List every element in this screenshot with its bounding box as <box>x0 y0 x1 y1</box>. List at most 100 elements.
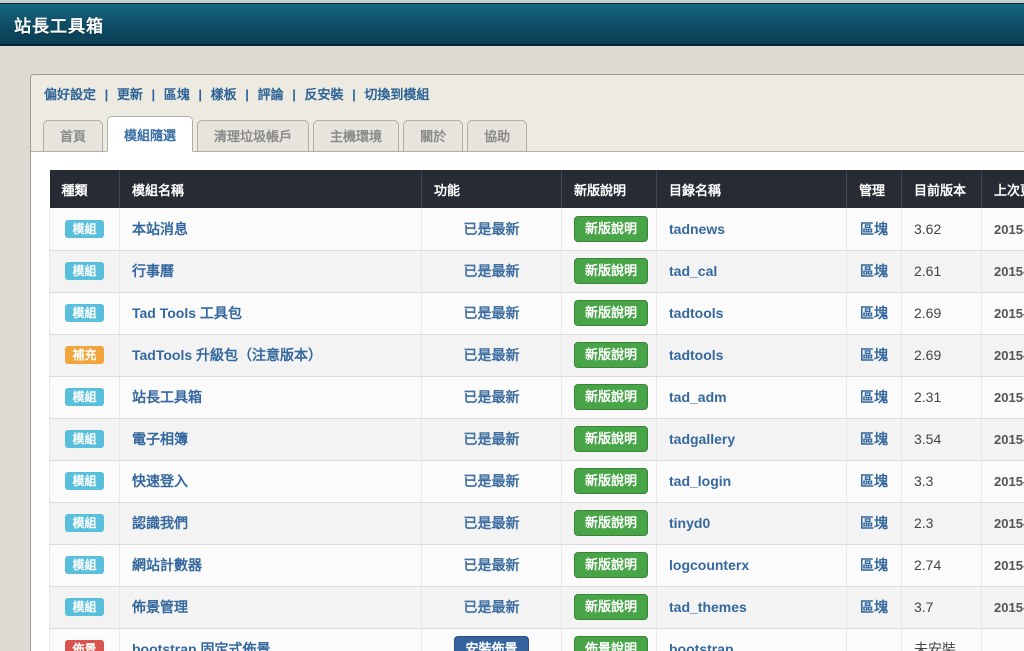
module-name-link[interactable]: 本站消息 <box>132 221 188 237</box>
updated-cell: 2015- <box>982 292 1024 334</box>
manage-blocks-link[interactable]: 區塊 <box>860 431 888 447</box>
panel-body: 種類模組名稱功能新版說明目錄名稱管理目前版本上次更新 模組本站消息已是最新新版說… <box>31 152 1024 651</box>
manage-blocks-link[interactable]: 區塊 <box>860 599 888 615</box>
manage-blocks-link[interactable]: 區塊 <box>860 347 888 363</box>
type-cell: 模組 <box>50 250 120 292</box>
release-notes-button[interactable]: 新版說明 <box>574 342 648 368</box>
release-notes-button[interactable]: 新版說明 <box>574 468 648 494</box>
module-name-link[interactable]: bootstrap 固定式佈景 <box>132 641 270 651</box>
updated-text: 2015- <box>994 348 1024 363</box>
status-text: 已是最新 <box>464 263 520 279</box>
type-cell: 模組 <box>50 208 120 250</box>
install-theme-button[interactable]: 安裝佈景 <box>454 636 528 651</box>
version-text: 3.7 <box>914 599 933 615</box>
version-cell: 3.3 <box>902 460 982 502</box>
nav-link-5[interactable]: 反安裝 <box>304 87 343 102</box>
nav-link-1[interactable]: 更新 <box>117 87 143 102</box>
type-cell: 模組 <box>50 544 120 586</box>
module-name-link[interactable]: 網站計數器 <box>132 557 202 573</box>
status-text: 已是最新 <box>464 431 520 447</box>
dir-name-link[interactable]: tadtools <box>669 347 723 363</box>
nav-link-3[interactable]: 樣板 <box>211 87 237 102</box>
table-row: 模組站長工具箱已是最新新版說明tad_adm區塊2.312015- <box>50 376 1024 418</box>
function-cell: 已是最新 <box>422 544 562 586</box>
module-name-link[interactable]: 快速登入 <box>132 473 188 489</box>
dirname-cell: tadnews <box>657 208 847 250</box>
nav-link-2[interactable]: 區塊 <box>164 87 190 102</box>
manage-blocks-link[interactable]: 區塊 <box>860 305 888 321</box>
nav-link-6[interactable]: 切換到模組 <box>364 87 429 102</box>
manage-cell: 區塊 <box>847 586 902 628</box>
tab-0[interactable]: 首頁 <box>43 120 103 152</box>
manage-cell: 區塊 <box>847 334 902 376</box>
module-type-badge: 模組 <box>65 304 103 322</box>
release-notes-button[interactable]: 新版說明 <box>574 510 648 536</box>
module-type-badge: 佈景 <box>65 640 103 651</box>
tab-2[interactable]: 清理垃圾帳戶 <box>197 120 309 152</box>
dir-name-link[interactable]: tinyd0 <box>669 515 710 531</box>
dir-name-link[interactable]: bootstrap <box>669 641 734 651</box>
release-notes-button[interactable]: 新版說明 <box>574 384 648 410</box>
manage-blocks-link[interactable]: 區塊 <box>860 515 888 531</box>
nav-link-0[interactable]: 偏好設定 <box>44 87 96 102</box>
dir-name-link[interactable]: tad_themes <box>669 599 747 615</box>
release-notes-button[interactable]: 新版說明 <box>574 258 648 284</box>
tab-3[interactable]: 主機環境 <box>313 120 399 152</box>
release-notes-button[interactable]: 佈景說明 <box>574 636 648 651</box>
version-cell: 2.3 <box>902 502 982 544</box>
status-text: 已是最新 <box>464 599 520 615</box>
release-notes-button[interactable]: 新版說明 <box>574 426 648 452</box>
manage-blocks-link[interactable]: 區塊 <box>860 473 888 489</box>
module-name-link[interactable]: TadTools 升級包（注意版本） <box>132 347 322 363</box>
name-cell: 電子相簿 <box>120 418 422 460</box>
release-notes-button[interactable]: 新版說明 <box>574 552 648 578</box>
release-notes-button[interactable]: 新版說明 <box>574 216 648 242</box>
dir-name-link[interactable]: tad_login <box>669 473 731 489</box>
page-title: 站長工具箱 <box>14 12 104 37</box>
column-header-7: 上次更新 <box>982 170 1024 208</box>
manage-blocks-link[interactable]: 區塊 <box>860 263 888 279</box>
function-cell: 已是最新 <box>422 376 562 418</box>
name-cell: TadTools 升級包（注意版本） <box>120 334 422 376</box>
manage-blocks-link[interactable]: 區塊 <box>860 221 888 237</box>
version-cell: 2.69 <box>902 292 982 334</box>
dir-name-link[interactable]: tadgallery <box>669 431 735 447</box>
module-name-link[interactable]: 佈景管理 <box>132 599 188 615</box>
manage-blocks-link[interactable]: 區塊 <box>860 389 888 405</box>
release-notes-button[interactable]: 新版說明 <box>574 300 648 326</box>
dir-name-link[interactable]: logcounterx <box>669 557 749 573</box>
updated-text: 2015- <box>994 516 1024 531</box>
module-type-badge: 模組 <box>65 262 103 280</box>
module-name-link[interactable]: 行事曆 <box>132 263 174 279</box>
name-cell: 快速登入 <box>120 460 422 502</box>
module-name-link[interactable]: 電子相簿 <box>132 431 188 447</box>
module-table: 種類模組名稱功能新版說明目錄名稱管理目前版本上次更新 模組本站消息已是最新新版說… <box>49 170 1024 651</box>
status-text: 已是最新 <box>464 473 520 489</box>
module-name-link[interactable]: 認識我們 <box>132 515 188 531</box>
tab-5[interactable]: 協助 <box>467 120 527 152</box>
dirname-cell: logcounterx <box>657 544 847 586</box>
dir-name-link[interactable]: tad_cal <box>669 263 717 279</box>
dir-name-link[interactable]: tad_adm <box>669 389 727 405</box>
module-type-badge: 模組 <box>65 430 103 448</box>
table-row: 模組認識我們已是最新新版說明tinyd0區塊2.32015- <box>50 502 1024 544</box>
module-name-link[interactable]: 站長工具箱 <box>132 389 202 405</box>
module-type-badge: 模組 <box>65 556 103 574</box>
topbar: 站長工具箱 <box>0 3 1024 46</box>
manage-blocks-link[interactable]: 區塊 <box>860 557 888 573</box>
function-cell: 已是最新 <box>422 418 562 460</box>
function-cell: 已是最新 <box>422 292 562 334</box>
dir-name-link[interactable]: tadnews <box>669 221 725 237</box>
release-notes-button[interactable]: 新版說明 <box>574 594 648 620</box>
nav-separator: | <box>242 87 253 102</box>
dirname-cell: tad_adm <box>657 376 847 418</box>
updated-cell: 2015- <box>982 334 1024 376</box>
function-cell: 已是最新 <box>422 334 562 376</box>
tab-1[interactable]: 模組隨選 <box>107 116 193 152</box>
nav-link-4[interactable]: 評論 <box>258 87 284 102</box>
function-cell: 已是最新 <box>422 502 562 544</box>
tab-4[interactable]: 關於 <box>403 120 463 152</box>
version-text: 2.3 <box>914 515 933 531</box>
dir-name-link[interactable]: tadtools <box>669 305 723 321</box>
module-name-link[interactable]: Tad Tools 工具包 <box>132 305 242 321</box>
